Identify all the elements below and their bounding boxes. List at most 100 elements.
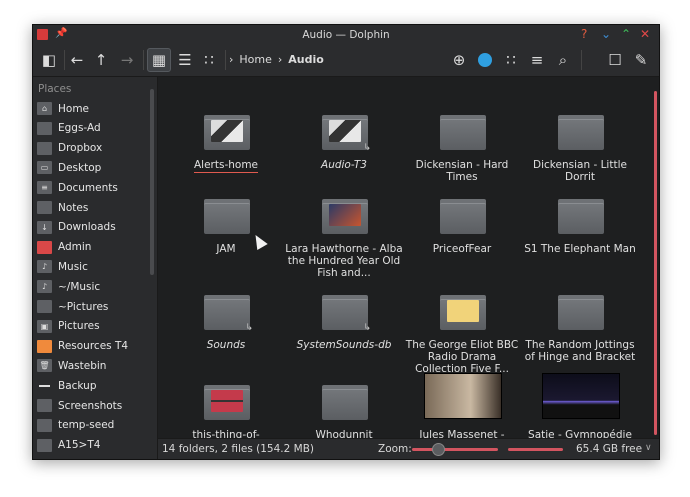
sidebar-item[interactable]: ♪ Music [35, 257, 151, 276]
folder-icon [37, 418, 52, 432]
breadcrumb-audio[interactable]: Audio [288, 53, 324, 66]
sidebar-item-label: Home [58, 102, 90, 115]
folder-icon [204, 199, 250, 234]
breadcrumb-chevron-icon: › [277, 53, 283, 66]
file-name: Lara Hawthorne - Alba the Hundred Year O… [285, 243, 403, 279]
forward-icon[interactable]: → [115, 48, 139, 72]
file-view-scrollbar[interactable] [654, 91, 657, 435]
sidebar-toggle-icon[interactable]: ◧ [37, 48, 61, 72]
folder-red-icon [37, 240, 52, 254]
maximize-icon[interactable]: ⌃ [621, 27, 631, 41]
folder-icon [37, 141, 52, 155]
pictures-icon: ▣ [37, 319, 52, 333]
bookmark-icon[interactable]: ☐ [603, 48, 627, 72]
sidebar-item-label: A15>T4 [58, 439, 101, 452]
file-view: Alerts-home ↳ Audio-T3 Dickensian - Hard Ti… [158, 77, 659, 438]
folder-icon [558, 199, 604, 234]
sidebar-item[interactable]: temp-seed [35, 416, 151, 435]
music-icon: ♪ [37, 280, 52, 294]
folder-icon [440, 295, 486, 330]
zoom-slider-handle[interactable] [431, 443, 445, 456]
music-icon: ♪ [37, 260, 52, 274]
edit-icon[interactable]: ✎ [629, 48, 653, 72]
folder-icon [37, 121, 52, 135]
search-icon[interactable]: ⌕ [551, 48, 575, 72]
toolbar-separator [143, 50, 144, 70]
folder-icon [322, 199, 368, 234]
file-name: Dickensian - Little Dorrit [533, 159, 627, 183]
up-icon[interactable]: ↑ [89, 48, 113, 72]
line-icon [37, 379, 52, 392]
sidebar-item[interactable]: Dropbox [35, 139, 151, 158]
file-name: this-thing-of-darkness-BBCr4 [192, 429, 260, 438]
sidebar-item[interactable]: 🗑 Wastebin [35, 356, 151, 375]
back-icon[interactable]: ← [65, 48, 89, 72]
folder-icon [37, 399, 52, 412]
toolbar: ◧ ← ↑ → ▦ ☰ ∷ › Home › Audio ⊕ ∷ ≡ ⌕ ☐ ✎ [33, 44, 659, 77]
breadcrumb-home[interactable]: Home [239, 53, 271, 66]
sidebar-item[interactable]: Eggs-Ad [35, 119, 151, 138]
toolbar-separator [581, 50, 582, 70]
sidebar-item[interactable]: Screenshots [35, 396, 151, 415]
new-folder-icon[interactable]: ⊕ [447, 48, 471, 72]
filter-icon[interactable] [473, 48, 497, 72]
link-icon: ↳ [363, 143, 371, 153]
sidebar-item-label: ~Pictures [58, 300, 109, 313]
sidebar-item-label: Screenshots [58, 399, 123, 412]
folder-icon: ↳ [204, 295, 253, 333]
sidebar-item[interactable]: ~Pictures [35, 297, 151, 316]
desktop-icon: ▭ [37, 161, 52, 175]
folder-icon [204, 385, 250, 420]
sidebar-item[interactable]: ▭ Desktop [35, 158, 151, 177]
breadcrumb: › Home › Audio [229, 53, 324, 66]
sidebar-scrollbar[interactable] [150, 89, 154, 275]
file-name: JAM [216, 243, 236, 255]
free-space: 65.4 GB free [576, 443, 643, 455]
details-view-icon[interactable]: ☰ [173, 48, 197, 72]
sidebar-item[interactable]: ↓ Downloads [35, 218, 151, 237]
sidebar-item[interactable]: ≡ Documents [35, 178, 151, 197]
folder-icon [558, 115, 604, 150]
file-name: Alerts-home [193, 159, 259, 173]
split-icon[interactable]: ∷ [499, 48, 523, 72]
status-bar: 14 folders, 2 files (154.2 MB) Zoom: 65.… [158, 438, 659, 459]
folder-icon [37, 438, 52, 452]
folder-icon [322, 385, 368, 420]
documents-icon: ≡ [37, 181, 52, 195]
sidebar-item[interactable]: Backup [35, 376, 151, 395]
sidebar-item[interactable]: ♪ ~/Music [35, 277, 151, 296]
sidebar-item-label: Documents [58, 181, 118, 194]
icons-view-icon[interactable]: ▦ [147, 48, 171, 72]
trash-icon: 🗑 [37, 359, 52, 373]
compact-view-icon[interactable]: ∷ [197, 48, 221, 72]
sidebar-item[interactable]: ▣ Pictures [35, 317, 151, 336]
menu-icon[interactable]: ≡ [525, 48, 549, 72]
minimize-icon[interactable]: ⌄ [601, 27, 611, 41]
window-title: Audio — Dolphin [302, 28, 390, 41]
file-name: Audio-T3 [321, 159, 367, 171]
sidebar-item[interactable]: ⌂ Home [35, 99, 151, 118]
folder-icon: ↳ [322, 295, 371, 333]
folder-preview [211, 120, 243, 142]
folder-icon [37, 201, 52, 214]
status-summary: 14 folders, 2 files (154.2 MB) [162, 443, 314, 455]
sidebar-item[interactable]: Notes [35, 198, 151, 217]
zoom-slider[interactable] [412, 448, 498, 451]
sidebar-item[interactable]: Resources T4 [35, 337, 151, 356]
free-space-bar [508, 448, 563, 451]
folder-icon [440, 199, 486, 234]
file-name: Dickensian - Hard Times [415, 159, 509, 183]
sidebar-item[interactable]: A15>T4 [35, 436, 151, 455]
close-icon[interactable]: ✕ [640, 27, 650, 41]
file-name: Jules Massenet - Meditation from [419, 429, 505, 438]
sidebar-item-label: Desktop [58, 161, 102, 174]
folder-preview [329, 120, 361, 142]
sidebar-item-label: Backup [58, 379, 97, 392]
file-name: The Random Jottings of Hinge and Bracket [524, 339, 636, 363]
folder-preview [447, 300, 479, 322]
sidebar-item[interactable]: Admin [35, 238, 151, 257]
dolphin-window: 📌 Audio — Dolphin ? ⌄ ⌃ ✕ ◧ ← ↑ → ▦ ☰ ∷ … [32, 24, 660, 460]
video-thumbnail [542, 373, 620, 419]
chevron-down-icon[interactable]: ∨ [645, 443, 652, 453]
help-icon[interactable]: ? [581, 27, 587, 41]
